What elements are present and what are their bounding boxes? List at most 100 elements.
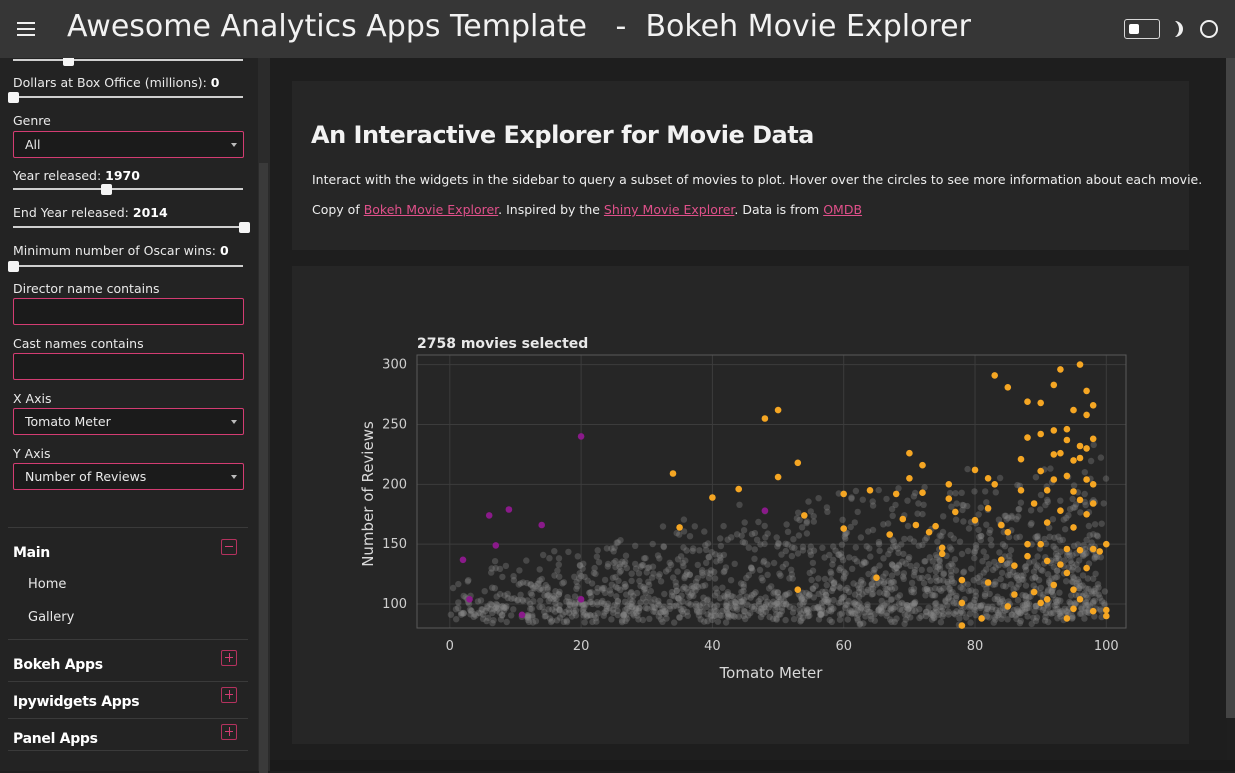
- movie-point[interactable]: [641, 585, 649, 592]
- movie-point[interactable]: [922, 592, 929, 599]
- movie-point[interactable]: [809, 585, 817, 593]
- movie-point[interactable]: [1063, 569, 1071, 577]
- movie-point[interactable]: [510, 606, 517, 613]
- movie-point[interactable]: [953, 592, 960, 599]
- movie-point[interactable]: [992, 489, 999, 496]
- movie-point[interactable]: [481, 588, 488, 595]
- movie-point[interactable]: [940, 513, 947, 520]
- movie-point[interactable]: [900, 575, 907, 582]
- movie-point[interactable]: [810, 518, 817, 525]
- movie-point[interactable]: [1024, 540, 1031, 548]
- movie-point[interactable]: [1056, 589, 1063, 596]
- movie-point[interactable]: [622, 552, 630, 559]
- movie-point[interactable]: [736, 501, 743, 508]
- movie-point[interactable]: [1028, 620, 1035, 628]
- movie-point[interactable]: [738, 598, 745, 605]
- movie-point[interactable]: [614, 539, 622, 546]
- sidebar-scrollbar[interactable]: [258, 58, 270, 773]
- y-axis-select[interactable]: Number of Reviews: [13, 463, 244, 490]
- movie-point[interactable]: [655, 613, 662, 620]
- movie-point[interactable]: [695, 612, 703, 619]
- movie-point[interactable]: [505, 506, 513, 513]
- movie-point[interactable]: [770, 559, 778, 567]
- movie-point[interactable]: [1075, 579, 1083, 586]
- nav-item-home[interactable]: Home: [28, 577, 66, 592]
- movie-point[interactable]: [855, 611, 862, 618]
- movie-point[interactable]: [474, 598, 482, 605]
- movie-point[interactable]: [1030, 568, 1038, 575]
- movie-point[interactable]: [459, 556, 467, 564]
- movie-point[interactable]: [835, 551, 842, 558]
- movie-point[interactable]: [574, 553, 581, 560]
- movie-point[interactable]: [1016, 533, 1023, 540]
- movie-point[interactable]: [866, 487, 874, 494]
- movie-point[interactable]: [1048, 575, 1055, 582]
- movie-point[interactable]: [971, 549, 978, 556]
- movie-point[interactable]: [865, 570, 872, 578]
- movie-point[interactable]: [646, 615, 653, 622]
- movie-point[interactable]: [717, 542, 725, 550]
- movie-point[interactable]: [690, 545, 697, 552]
- movie-point[interactable]: [1043, 596, 1051, 603]
- movie-point[interactable]: [851, 555, 858, 563]
- movie-point[interactable]: [984, 475, 992, 482]
- movie-point[interactable]: [933, 577, 940, 585]
- expand-icon[interactable]: [221, 650, 237, 666]
- movie-point[interactable]: [720, 522, 727, 530]
- movie-point[interactable]: [719, 584, 726, 591]
- movie-point[interactable]: [1032, 474, 1040, 481]
- movie-point[interactable]: [714, 618, 722, 625]
- movie-point[interactable]: [936, 532, 943, 539]
- movie-point[interactable]: [593, 599, 601, 606]
- movie-point[interactable]: [876, 547, 883, 554]
- movie-point[interactable]: [1050, 427, 1058, 434]
- movie-point[interactable]: [1076, 596, 1084, 603]
- movie-point[interactable]: [671, 619, 678, 626]
- movie-point[interactable]: [822, 591, 830, 599]
- movie-point[interactable]: [948, 572, 955, 579]
- movie-point[interactable]: [586, 589, 593, 597]
- movie-point[interactable]: [987, 536, 994, 543]
- movie-point[interactable]: [1089, 435, 1097, 443]
- movie-point[interactable]: [960, 568, 968, 575]
- movie-point[interactable]: [875, 486, 882, 494]
- movie-point[interactable]: [1014, 596, 1022, 604]
- movie-point[interactable]: [844, 616, 851, 623]
- movie-point[interactable]: [991, 481, 998, 488]
- movie-point[interactable]: [645, 594, 652, 601]
- movie-point[interactable]: [965, 525, 973, 532]
- points-layer[interactable]: [447, 361, 1110, 629]
- movie-point[interactable]: [1063, 436, 1071, 444]
- movie-point[interactable]: [1057, 548, 1064, 555]
- movie-point[interactable]: [854, 617, 861, 624]
- movie-point[interactable]: [1057, 507, 1064, 514]
- movie-point[interactable]: [826, 616, 833, 624]
- movie-point[interactable]: [828, 570, 835, 577]
- movie-point[interactable]: [1086, 532, 1093, 539]
- movie-point[interactable]: [930, 592, 937, 599]
- movie-point[interactable]: [650, 603, 658, 611]
- movie-point[interactable]: [538, 521, 545, 529]
- movie-point[interactable]: [608, 616, 615, 623]
- oscar-slider-handle[interactable]: [8, 261, 19, 272]
- movie-point[interactable]: [604, 600, 612, 607]
- movie-point[interactable]: [1017, 487, 1025, 494]
- movie-point[interactable]: [731, 560, 738, 567]
- slider-track-top[interactable]: [13, 59, 243, 61]
- movie-point[interactable]: [762, 534, 769, 541]
- movie-point[interactable]: [855, 588, 863, 595]
- movie-point[interactable]: [1089, 599, 1097, 607]
- movie-point[interactable]: [1017, 499, 1025, 506]
- movie-point[interactable]: [1063, 472, 1071, 480]
- movie-point[interactable]: [1046, 609, 1053, 616]
- movie-point[interactable]: [741, 519, 748, 526]
- movie-point[interactable]: [760, 559, 767, 566]
- movie-point[interactable]: [798, 596, 805, 603]
- movie-point[interactable]: [455, 580, 462, 588]
- movie-point[interactable]: [709, 494, 716, 501]
- movie-point[interactable]: [1004, 603, 1012, 610]
- movie-point[interactable]: [748, 565, 755, 572]
- movie-point[interactable]: [773, 534, 780, 541]
- movie-point[interactable]: [527, 590, 534, 597]
- nav-section-ipywidgets[interactable]: Ipywidgets Apps: [13, 694, 140, 710]
